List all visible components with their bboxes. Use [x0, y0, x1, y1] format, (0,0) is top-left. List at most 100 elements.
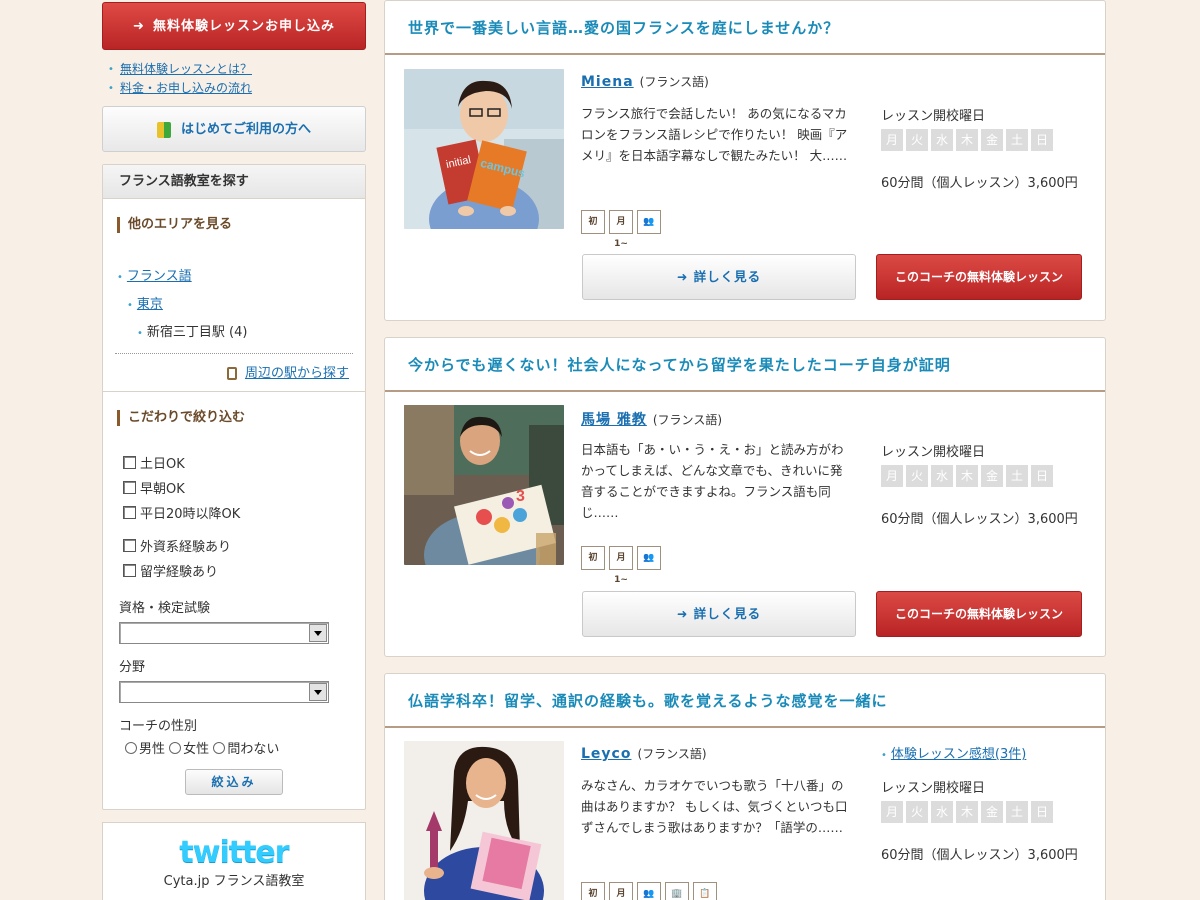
bullet-icon: • — [117, 272, 123, 283]
certificate-badge-icon: 📋 — [693, 882, 717, 900]
day-tue: 火 — [906, 129, 928, 151]
coach-description: フランス旅行で会話したい！ あの気になるマカロンをフランス語レシピで作りたい！ … — [581, 106, 848, 163]
coach-badges: 初 月1~ 👥 — [581, 546, 661, 585]
twitter-logo[interactable]: twitter — [103, 835, 365, 870]
day-wed: 水 — [931, 129, 953, 151]
day-tue: 火 — [906, 465, 928, 487]
day-mon: 月 — [881, 129, 903, 151]
monthly-badge-icon: 月1~ — [609, 546, 633, 585]
coach-headline: 今からでも遅くない！社会人になってから留学を果たしたコーチ自身が証明 — [385, 338, 1105, 392]
dropdown-arrow-icon[interactable] — [309, 683, 327, 701]
radio-male[interactable] — [125, 742, 137, 754]
day-sat: 土 — [1006, 129, 1028, 151]
lesson-days: 月 火 水 木 金 土 日 — [881, 129, 1053, 151]
checkbox[interactable] — [123, 506, 136, 519]
coach-trial-button[interactable]: このコーチの無料体験レッスン — [876, 254, 1082, 300]
coach-photo[interactable]: 3 — [404, 405, 564, 565]
coach-name-link[interactable]: 馬場 雅教 — [581, 412, 647, 428]
filter-foreign-company[interactable]: 外資系経験あり — [123, 535, 365, 560]
filter-weekend[interactable]: 土日OK — [123, 452, 365, 477]
area-item-level3: • 新宿三丁目駅 (4) — [117, 319, 365, 347]
coach-language: (フランス語) — [639, 75, 709, 89]
checkbox[interactable] — [123, 456, 136, 469]
nearby-stations-link[interactable]: 周辺の駅から探す — [245, 366, 349, 381]
monthly-badge-icon: 月1~ — [609, 210, 633, 249]
checkbox[interactable] — [123, 539, 136, 552]
field-label: 分野 — [119, 660, 146, 675]
bullet-icon: • — [881, 750, 887, 761]
twitter-caption: Cyta.jp フランス語教室 — [163, 874, 305, 889]
radio-label: 女性 — [183, 742, 210, 757]
detail-button-label: 詳しく見る — [693, 269, 762, 284]
checkbox-label: 早朝OK — [140, 482, 185, 497]
area-tree: • フランス語 • 東京 • 新宿三丁目駅 (4) — [117, 263, 365, 347]
coach-name-link[interactable]: Leyco — [581, 746, 631, 762]
area-link-french[interactable]: フランス語 — [127, 269, 192, 284]
coach-photo-image: 3 — [404, 405, 564, 565]
radio-female[interactable] — [169, 742, 182, 754]
bullet-icon: • — [127, 300, 133, 311]
filter-checkboxes: 土日OK 早朝OK 平日20時以降OK 外資系経験あり 留学経験あり — [123, 452, 365, 585]
lesson-days-label: レッスン開校曜日 — [881, 109, 986, 124]
business-badge-icon: 🏢 — [665, 882, 689, 900]
coach-name-link[interactable]: Miena — [581, 74, 634, 90]
dropdown-arrow-icon[interactable] — [309, 624, 327, 642]
checkbox-label: 平日20時以降OK — [140, 507, 241, 522]
filter-study-abroad[interactable]: 留学経験あり — [123, 560, 365, 585]
exam-select[interactable] — [119, 622, 329, 644]
filter-weekday-evening[interactable]: 平日20時以降OK — [123, 502, 365, 527]
day-sat: 土 — [1006, 801, 1028, 823]
link-what-is-trial[interactable]: 無料体験レッスンとは？ — [120, 62, 252, 76]
day-sun: 日 — [1031, 129, 1053, 151]
radio-any[interactable] — [213, 742, 226, 754]
coach-headline: 仏語学科卒！留学、通訳の経験も。歌を覚えるような感覚を一緒に — [385, 674, 1105, 728]
beginner-badge-icon: 初 — [581, 210, 605, 234]
coach-badges: 初 月1~ 👥 — [581, 210, 661, 249]
link-pricing-flow[interactable]: 料金・お申し込みの流れ — [120, 81, 252, 95]
detail-button[interactable]: ➜ 詳しく見る — [582, 591, 856, 637]
group-badge-icon: 👥 — [637, 210, 661, 234]
review-link-row: • 体験レッスン感想(3件) — [881, 743, 1026, 762]
trial-review-link[interactable]: 体験レッスン感想(3件) — [891, 747, 1026, 762]
coach-photo[interactable]: initial campus — [404, 69, 564, 229]
checkbox-label: 外資系経験あり — [140, 540, 232, 555]
day-sun: 日 — [1031, 465, 1053, 487]
checkbox[interactable] — [123, 564, 136, 577]
filter-submit-button[interactable]: 絞込み — [185, 769, 283, 795]
first-time-users-button[interactable]: はじめてご利用の方へ — [102, 106, 366, 152]
detail-button[interactable]: ➜ 詳しく見る — [582, 254, 856, 300]
arrow-right-icon: ➜ — [676, 606, 694, 621]
side-link-item: 料金・お申し込みの流れ — [108, 79, 366, 98]
checkbox[interactable] — [123, 481, 136, 494]
lesson-days-label: レッスン開校曜日 — [881, 445, 986, 460]
beginner-mark-icon — [156, 121, 171, 138]
day-fri: 金 — [981, 465, 1003, 487]
filter-early-morning[interactable]: 早朝OK — [123, 477, 365, 502]
area-link-tokyo[interactable]: 東京 — [137, 297, 163, 312]
checkbox-label: 土日OK — [140, 457, 185, 472]
search-panel-title: フランス語教室を探す — [103, 165, 365, 199]
other-areas-heading: 他のエリアを見る — [117, 217, 365, 233]
coach-trial-button[interactable]: このコーチの無料体験レッスン — [876, 591, 1082, 637]
beginner-badge-icon: 初 — [581, 546, 605, 570]
coach-name: 馬場 雅教 (フランス語) — [581, 409, 722, 429]
free-trial-apply-button[interactable]: ➜ 無料体験レッスンお申し込み — [102, 2, 366, 50]
svg-text:3: 3 — [516, 488, 525, 505]
group-badge-icon: 👥 — [637, 546, 661, 570]
group-badge-icon: 👥 — [637, 882, 661, 900]
coach-headline: 世界で一番美しい言語…愛の国フランスを庭にしませんか？ — [385, 1, 1105, 55]
coach-description: 日本語も「あ・い・う・え・お」と読み方がわかってしまえば、どんな文章でも、きれい… — [581, 442, 844, 520]
filter-panel: こだわりで絞り込む 土日OK 早朝OK 平日20時以降OK 外資系経験あり 留学… — [103, 391, 365, 809]
coach-photo-image — [404, 741, 564, 900]
area-item-level2: • 東京 — [117, 291, 365, 319]
arrow-right-icon: ➜ — [676, 269, 694, 284]
field-select[interactable] — [119, 681, 329, 703]
area-item-level1: • フランス語 — [117, 263, 365, 291]
coach-description: みなさん、カラオケでいつも歌う「十八番」の曲はありますか？ もしくは、気づくとい… — [581, 778, 848, 835]
lesson-price: 60分間（個人レッスン）3,600円 — [881, 512, 1078, 527]
coach-photo[interactable] — [404, 741, 564, 900]
day-tue: 火 — [906, 801, 928, 823]
coach-card: 仏語学科卒！留学、通訳の経験も。歌を覚えるような感覚を一緒に Leyco (フラン… — [384, 673, 1106, 900]
beginner-badge-icon: 初 — [581, 882, 605, 900]
